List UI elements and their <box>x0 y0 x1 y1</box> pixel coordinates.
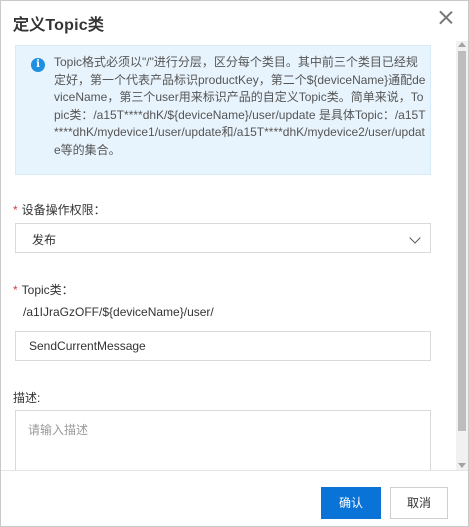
topic-label-row: * Topic类： <box>13 281 74 298</box>
scroll-down-arrow-icon[interactable] <box>458 463 466 468</box>
permission-select[interactable]: 发布 <box>15 223 431 253</box>
dialog-footer: 确认 取消 <box>1 470 468 526</box>
dialog-title: 定义Topic类 <box>13 17 105 34</box>
topic-prefix: /a1IJraGzOFF/${deviceName}/user/ <box>23 305 214 319</box>
info-notice: i Topic格式必须以"/"进行分层，区分每个类目。其中前三个类目已经规定好，… <box>15 45 431 175</box>
required-mark: * <box>13 203 18 217</box>
chevron-down-icon <box>409 232 421 244</box>
permission-label: 设备操作权限： <box>21 203 106 217</box>
description-label: 描述: <box>13 391 41 405</box>
define-topic-dialog: 定义Topic类 i Topic格式必须以"/"进行分层，区分每个类目。其中前三… <box>0 0 469 527</box>
permission-label-row: * 设备操作权限： <box>13 201 106 218</box>
topic-name-input[interactable] <box>15 331 431 361</box>
scroll-up-arrow-icon[interactable] <box>458 42 466 47</box>
info-text: Topic格式必须以"/"进行分层，区分每个类目。其中前三个类目已经规定好，第一… <box>54 55 426 157</box>
scrollbar[interactable] <box>456 41 468 470</box>
scrollbar-thumb[interactable] <box>458 51 466 431</box>
info-icon: i <box>31 58 45 72</box>
description-textarea[interactable] <box>15 410 431 470</box>
cancel-button[interactable]: 取消 <box>390 487 448 519</box>
close-icon[interactable] <box>435 7 457 29</box>
topic-label: Topic类： <box>21 283 74 297</box>
required-mark: * <box>13 283 18 297</box>
permission-select-value: 发布 <box>32 233 57 247</box>
confirm-button[interactable]: 确认 <box>321 487 381 519</box>
dialog-body: i Topic格式必须以"/"进行分层，区分每个类目。其中前三个类目已经规定好，… <box>1 41 456 470</box>
